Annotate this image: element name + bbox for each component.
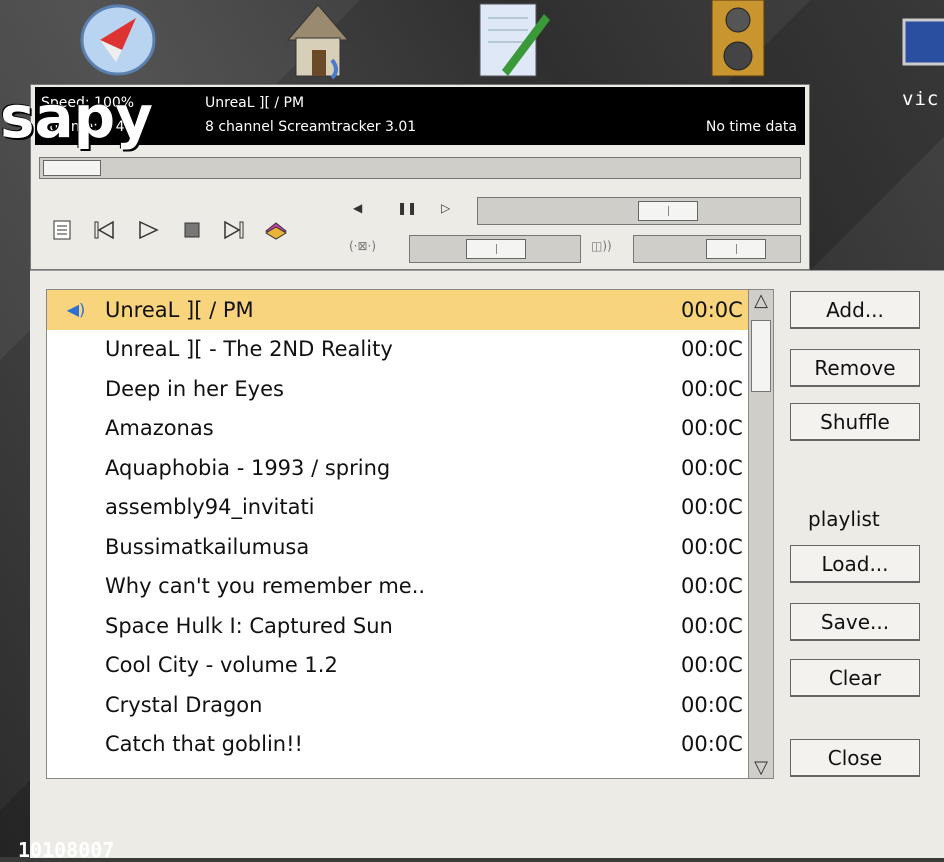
scroll-up-icon[interactable]: △ — [751, 290, 771, 311]
now-playing-icon: ◀) — [66, 300, 86, 320]
pause-small-icon[interactable]: ❚❚ — [397, 201, 417, 215]
monitor-icon[interactable] — [900, 0, 944, 80]
desktop-bottom-text: 10108007 — [18, 838, 115, 862]
playlist-row[interactable]: Catch that goblin!! 00:0C — [47, 725, 767, 765]
playlist-row[interactable]: Bussimatkailumusa 00:0C — [47, 527, 767, 567]
time-text: No time data — [705, 119, 797, 135]
seek-slider-knob[interactable] — [43, 160, 101, 176]
playlist-scrollbar[interactable]: △ ▽ — [748, 289, 774, 779]
volume-icon: ◫)) — [591, 239, 612, 253]
format-text: 8 channel Screamtracker 3.01 — [205, 119, 417, 135]
playlist-row-title: Space Hulk I: Captured Sun — [105, 613, 393, 638]
player-window: Speed: 100% UnreaL ][ / PM Volume: 5 4 8… — [30, 84, 810, 270]
playlist-row[interactable]: Aquaphobia - 1993 / spring 00:0C — [47, 448, 767, 488]
remove-button[interactable]: Remove — [790, 349, 920, 387]
forward-small-icon[interactable]: ▷ — [441, 201, 450, 215]
playlist-row-title: UnreaL ][ / PM — [105, 297, 254, 322]
playlist-toggle-icon[interactable] — [49, 217, 75, 243]
playlist-list[interactable]: ◀) UnreaL ][ / PM 00:0C UnreaL ][ - The 2ND… — [46, 289, 768, 779]
playlist-row-title: Bussimatkailumusa — [105, 534, 310, 559]
playlist-row[interactable]: Deep in her Eyes 00:0C — [47, 369, 767, 409]
scrollbar-thumb[interactable] — [751, 320, 771, 392]
playlist-row[interactable]: Space Hulk I: Captured Sun 00:0C — [47, 606, 767, 646]
playlist-row[interactable]: Amazonas 00:0C — [47, 409, 767, 449]
playlist-row-title: Aquaphobia - 1993 / spring — [105, 455, 391, 480]
playlist-section-label: playlist — [808, 507, 880, 531]
editor-icon[interactable] — [472, 0, 552, 80]
clear-button[interactable]: Clear — [790, 659, 920, 697]
playlist-row[interactable]: assembly94_invitati 00:0C — [47, 488, 767, 528]
desktop-icon-label: vic — [902, 88, 940, 110]
next-icon[interactable] — [221, 217, 247, 243]
speed-slider-knob[interactable] — [638, 201, 698, 221]
home-icon[interactable] — [278, 0, 358, 80]
previous-icon[interactable] — [91, 217, 117, 243]
speed-text: Speed: 100% — [41, 95, 135, 111]
compass-icon[interactable] — [78, 0, 158, 80]
load-button[interactable]: Load... — [790, 545, 920, 583]
playlist-row-title: Deep in her Eyes — [105, 376, 284, 401]
add-button[interactable]: Add... — [790, 291, 920, 329]
playlist-row-title: Crystal Dragon — [105, 692, 263, 717]
playlist-row[interactable]: UnreaL ][ - The 2ND Reality 00:0C — [47, 330, 767, 370]
balance-slider[interactable] — [409, 235, 581, 263]
rewind-small-icon[interactable]: ◀ — [353, 201, 362, 215]
stop-icon[interactable] — [179, 217, 205, 243]
speaker-icon[interactable] — [698, 0, 778, 80]
playlist-row[interactable]: ◀) UnreaL ][ / PM 00:0C — [47, 290, 767, 330]
playlist-row-title: Catch that goblin!! — [105, 732, 303, 757]
shuffle-button[interactable]: Shuffle — [790, 403, 920, 441]
info-display: Speed: 100% UnreaL ][ / PM Volume: 5 4 8… — [35, 87, 805, 145]
volume-slider-knob[interactable] — [706, 239, 766, 259]
playlist-row-title: Cool City - volume 1.2 — [105, 653, 338, 678]
volume-text: Volume: 5 4 — [41, 119, 125, 135]
playlist-row-title: assembly94_invitati — [105, 495, 315, 520]
eject-books-icon[interactable] — [263, 217, 289, 243]
playlist-row[interactable]: Cool City - volume 1.2 00:0C — [47, 646, 767, 686]
playlist-row[interactable]: Why can't you remember me.. 00:0C — [47, 567, 767, 607]
playlist-row-title: Why can't you remember me.. — [105, 574, 426, 599]
play-icon[interactable] — [135, 217, 161, 243]
song-title-text: UnreaL ][ / PM — [205, 95, 305, 111]
save-button[interactable]: Save... — [790, 603, 920, 641]
speed-slider[interactable] — [477, 197, 801, 225]
seek-slider[interactable] — [39, 157, 801, 179]
scroll-down-icon[interactable]: ▽ — [751, 757, 771, 778]
playlist-row[interactable]: Crystal Dragon 00:0C — [47, 685, 767, 725]
stereo-icon: (·⊠·) — [349, 239, 377, 253]
close-button[interactable]: Close — [790, 739, 920, 777]
volume-slider[interactable] — [633, 235, 801, 263]
playlist-row-title: UnreaL ][ - The 2ND Reality — [105, 337, 393, 362]
balance-slider-knob[interactable] — [466, 239, 526, 259]
playlist-row-title: Amazonas — [105, 416, 214, 441]
playlist-window: ◀) UnreaL ][ / PM 00:0C UnreaL ][ - The 2ND… — [30, 270, 944, 858]
